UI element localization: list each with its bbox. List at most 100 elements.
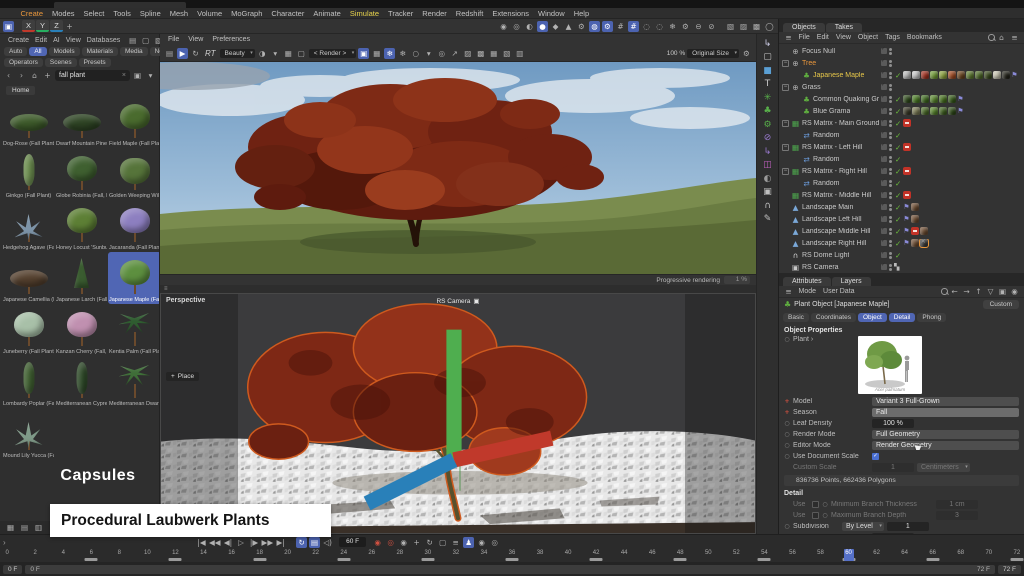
visibility-dots[interactable] (889, 240, 892, 247)
material-tag[interactable] (920, 227, 928, 235)
region-icon[interactable]: ○ (410, 48, 421, 59)
search-icon[interactable] (941, 288, 948, 295)
search-icon[interactable] (988, 34, 995, 41)
plant-item[interactable]: Kanzan Cherry (Fall, Pl... (55, 304, 108, 356)
object-row[interactable]: −⊕Grass (779, 81, 1024, 93)
menu-item[interactable]: Window (534, 9, 570, 18)
home-icon[interactable]: ⌂ (29, 70, 40, 81)
plant-item[interactable]: Japanese Camellia (Fal... (2, 252, 55, 304)
forward-icon[interactable]: → (961, 286, 972, 297)
object-row[interactable]: ⇄Random✓ (779, 177, 1024, 189)
pixel-grid-icon[interactable]: ▦ (283, 48, 294, 59)
axis-x-button[interactable]: X (22, 20, 35, 32)
enable-checkbox[interactable] (881, 72, 887, 78)
plant-item[interactable]: Dog-Rose (Fall Plant) (2, 96, 55, 148)
material-tag[interactable] (903, 95, 911, 103)
plant-item[interactable]: Hedgehog Agave (Fall... (2, 200, 55, 252)
sphere-shaded-icon[interactable]: ◐ (762, 173, 773, 184)
enable-checkbox[interactable] (881, 240, 887, 246)
enable-checkbox[interactable] (881, 60, 887, 66)
browser-tab[interactable]: Operators (4, 58, 43, 67)
ab-compare-icon[interactable]: ◑ (257, 48, 268, 59)
visibility-dots[interactable] (889, 192, 892, 199)
anim-dot-icon[interactable]: ○ (784, 431, 790, 438)
anim-dot-icon[interactable]: ○ (822, 512, 828, 519)
freeze-icon[interactable]: ❄ (384, 48, 395, 59)
clear-search-icon[interactable]: × (122, 72, 126, 79)
crop-icon[interactable]: ▢ (296, 48, 307, 59)
key-position-icon[interactable]: + (411, 537, 422, 548)
plant-item[interactable]: Dwarf Mountain Pine (... (55, 96, 108, 148)
render-view-menu-item[interactable]: Preferences (208, 36, 254, 43)
panel-tab[interactable]: Layers (832, 277, 871, 286)
detail-view-icon[interactable]: ▥ (33, 522, 44, 533)
anim-dot-icon[interactable]: + (784, 409, 790, 416)
object-row[interactable]: ▲Landscape Left Hill✓⚑ (779, 213, 1024, 225)
material-tag[interactable] (1002, 71, 1010, 79)
objects-menu-item[interactable]: Bookmarks (903, 34, 945, 41)
attribute-tab[interactable]: Coordinates (811, 313, 856, 322)
phong-tag-icon[interactable]: ⚑ (903, 239, 909, 247)
visibility-dots[interactable] (889, 228, 892, 235)
visibility-dots[interactable] (889, 180, 892, 187)
attributes-menu-item[interactable]: Mode (795, 288, 820, 295)
menu-item[interactable]: Volume (193, 9, 227, 18)
enable-checkbox[interactable] (881, 144, 887, 150)
object-row[interactable]: −⊕Tree (779, 57, 1024, 69)
balloon-icon[interactable]: ● (537, 21, 548, 32)
hamburger-icon[interactable]: ≡ (164, 286, 168, 292)
play-button[interactable]: ▷ (236, 537, 247, 548)
plant-item[interactable]: Honey Locust 'Sunbur... (55, 200, 108, 252)
pla-icon[interactable]: ◉ (476, 537, 487, 548)
character-gear-icon[interactable]: ⚙ (576, 21, 587, 32)
expand-toggle-icon[interactable]: − (782, 84, 789, 91)
next-key-button[interactable]: ▶▶ (262, 537, 274, 548)
menu-item[interactable]: Animate (309, 9, 346, 18)
up-icon[interactable]: ↑ (973, 286, 984, 297)
keyframe-presets-icon[interactable]: ◉ (398, 537, 409, 548)
material-tag[interactable] (911, 203, 919, 211)
material-tag[interactable] (948, 95, 956, 103)
snapshot-icon[interactable]: ▩ (475, 48, 486, 59)
cube-icon[interactable]: ■ (762, 65, 773, 76)
value-field[interactable]: Full Geometry (872, 430, 1019, 439)
menu-item[interactable]: Tracker (384, 9, 418, 18)
visibility-dots[interactable] (889, 252, 892, 259)
chevron-down-icon[interactable]: ▾ (145, 70, 156, 81)
key-scale-icon[interactable]: ▢ (437, 537, 448, 548)
objects-menu-item[interactable]: View (832, 34, 854, 41)
grid-icon[interactable]: # (615, 21, 626, 32)
attributes-menu-item[interactable]: User Data (820, 288, 859, 295)
copy-icon[interactable]: ▥ (514, 48, 525, 59)
keyframe-selection-icon[interactable]: ♟ (463, 537, 474, 548)
loop-icon[interactable]: ↻ (296, 537, 307, 548)
object-row[interactable]: ⇄Random✓ (779, 153, 1024, 165)
panel-tab[interactable]: Objects (783, 23, 825, 32)
visibility-dots[interactable] (889, 60, 892, 67)
menu-item[interactable]: Character (267, 9, 309, 18)
phong-tag-icon[interactable]: ⚑ (903, 203, 909, 211)
plant-item[interactable]: Mound Lily Yucca (Fall... (2, 408, 55, 460)
material-tag[interactable] (939, 95, 947, 103)
dynamics-icon[interactable]: ◉ (498, 21, 509, 32)
text-tool-icon[interactable]: T (762, 79, 773, 90)
expand-toggle-icon[interactable]: − (782, 60, 789, 67)
back-icon[interactable]: ← (949, 286, 960, 297)
back-icon[interactable]: ‹ (3, 70, 14, 81)
current-frame-field[interactable]: 60 F (339, 537, 366, 547)
redshift-object-tag-icon[interactable] (903, 191, 911, 199)
plant-item[interactable]: Field Maple (Fall Plant) (108, 96, 159, 148)
material-tag[interactable] (921, 107, 929, 115)
material-tag[interactable] (948, 71, 956, 79)
phong-tag-icon[interactable]: ⚑ (903, 215, 909, 223)
browser-tab[interactable]: Media (120, 47, 148, 56)
enable-checkbox[interactable] (881, 204, 887, 210)
doc-icon[interactable]: ▤ (309, 537, 320, 548)
visibility-dots[interactable] (889, 72, 892, 79)
menu-item[interactable]: Help (569, 9, 593, 18)
preview-range-bar[interactable]: 0 F 72 F (25, 565, 995, 574)
plant-item[interactable]: Japanese Larch (Fall, Pl... (55, 252, 108, 304)
unit-select[interactable]: Centimeters (917, 463, 970, 472)
magnet-gear-icon[interactable]: ⚙ (602, 21, 613, 32)
value-field[interactable]: 3 (936, 511, 978, 520)
